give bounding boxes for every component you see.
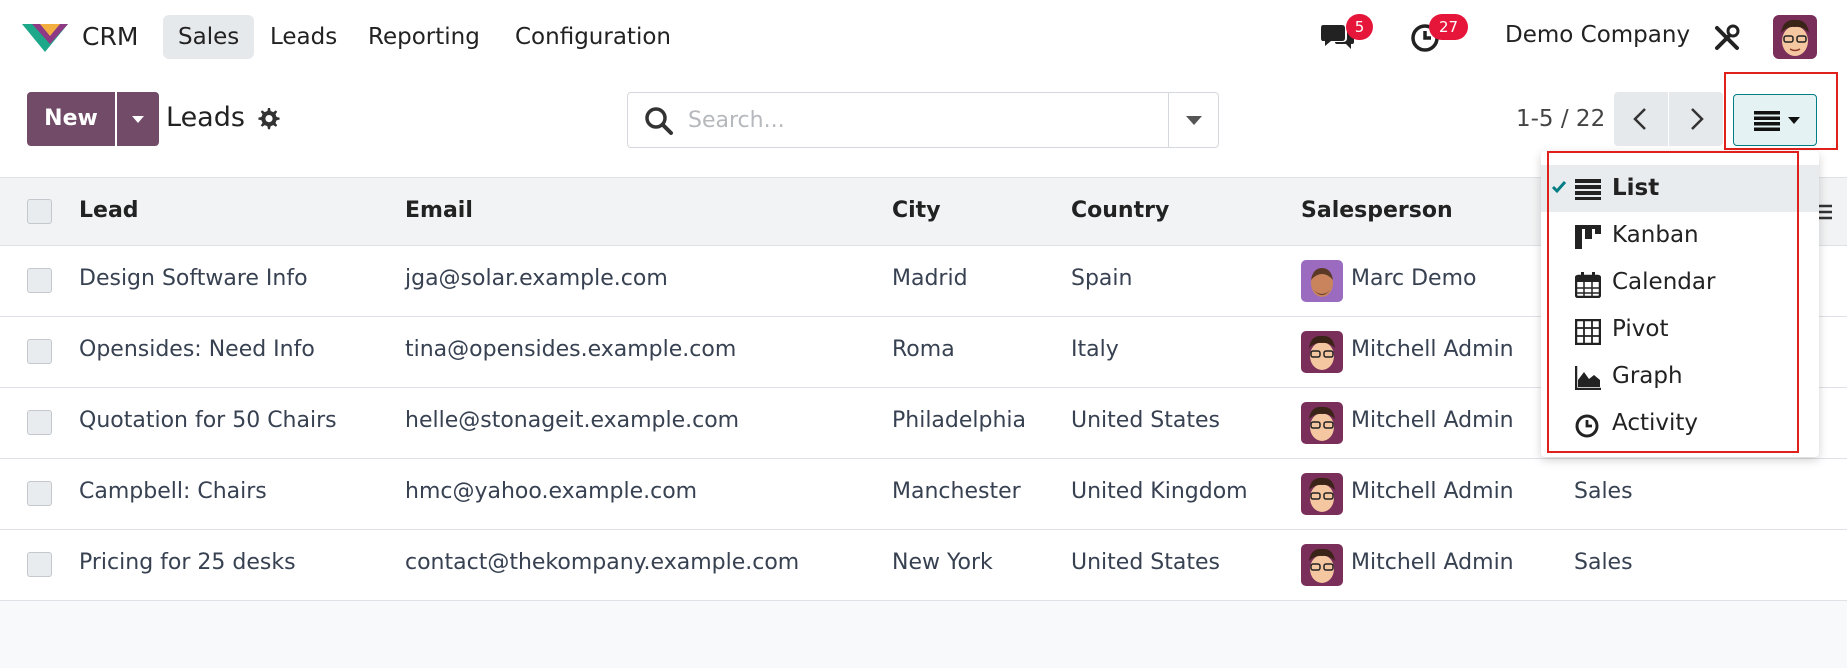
menu-sales[interactable]: Sales [163, 15, 255, 59]
search-bar[interactable] [627, 92, 1219, 148]
cell-city: New York [892, 550, 993, 575]
select-all-checkbox[interactable] [27, 199, 52, 224]
cell-sales-team: Sales [1574, 479, 1633, 504]
messages-badge: 5 [1346, 14, 1373, 40]
row-checkbox[interactable] [27, 552, 52, 577]
cell-country: Italy [1071, 337, 1119, 362]
search-divider [1168, 93, 1169, 147]
cell-lead: Pricing for 25 desks [79, 550, 296, 575]
cell-country: United Kingdom [1071, 479, 1248, 504]
cell-city: Philadelphia [892, 408, 1027, 433]
caret-down-icon [1186, 116, 1202, 125]
cell-country: United States [1071, 408, 1220, 433]
new-dropdown-toggle[interactable] [117, 92, 159, 146]
cell-lead: Quotation for 50 Chairs [79, 408, 337, 433]
row-checkbox[interactable] [27, 339, 52, 364]
pager-previous-button[interactable] [1614, 92, 1668, 146]
cell-email: hmc@yahoo.example.com [405, 479, 698, 504]
top-navbar: CRM Sales Leads Reporting Configuration … [0, 0, 1847, 75]
avatar-mitchell-icon [1301, 402, 1343, 444]
cell-country: United States [1071, 550, 1220, 575]
view-menu-highlight [1547, 151, 1799, 453]
crm-logo-icon[interactable] [20, 20, 70, 54]
salesperson-avatar [1301, 331, 1343, 373]
gear-icon[interactable] [256, 107, 280, 131]
cell-salesperson: Mitchell Admin [1351, 408, 1514, 433]
menu-leads[interactable]: Leads [255, 15, 352, 59]
cell-sales-team: Sales [1574, 550, 1633, 575]
column-header-country[interactable]: Country [1071, 198, 1169, 223]
menu-configuration[interactable]: Configuration [500, 15, 686, 59]
salesperson-avatar [1301, 260, 1343, 302]
pager-value[interactable]: 1-5 / 22 [1516, 106, 1605, 132]
table-row[interactable]: Campbell: Chairs hmc@yahoo.example.com M… [0, 459, 1847, 530]
column-header-city[interactable]: City [892, 198, 941, 223]
cell-city: Manchester [892, 479, 1021, 504]
row-checkbox[interactable] [27, 481, 52, 506]
avatar-mitchell-icon [1301, 473, 1343, 515]
app-name[interactable]: CRM [82, 22, 138, 51]
caret-down-icon [132, 116, 144, 123]
view-switcher-highlight [1724, 72, 1838, 150]
cell-email: contact@thekompany.example.com [405, 550, 800, 575]
search-input[interactable] [688, 103, 1148, 137]
table-row[interactable]: Pricing for 25 desks contact@thekompany.… [0, 530, 1847, 601]
debug-tools-icon[interactable] [1713, 24, 1741, 52]
row-checkbox[interactable] [27, 410, 52, 435]
chevron-right-icon [1691, 108, 1704, 130]
optional-columns-icon[interactable] [1816, 200, 1836, 224]
row-checkbox[interactable] [27, 268, 52, 293]
cell-salesperson: Mitchell Admin [1351, 337, 1514, 362]
cell-salesperson: Marc Demo [1351, 266, 1477, 291]
salesperson-avatar [1301, 544, 1343, 586]
avatar-mitchell-icon [1301, 544, 1343, 586]
cell-email: tina@opensides.example.com [405, 337, 737, 362]
new-button[interactable]: New [27, 92, 115, 146]
pager-next-button[interactable] [1669, 92, 1723, 146]
cell-lead: Campbell: Chairs [79, 479, 267, 504]
cell-city: Roma [892, 337, 955, 362]
salesperson-avatar [1301, 402, 1343, 444]
avatar-marc-icon [1301, 260, 1343, 302]
cell-salesperson: Mitchell Admin [1351, 479, 1514, 504]
user-avatar[interactable] [1773, 15, 1817, 59]
cell-email: helle@stonageit.example.com [405, 408, 740, 433]
cell-lead: Design Software Info [79, 266, 308, 291]
cell-country: Spain [1071, 266, 1133, 291]
user-avatar-icon [1773, 15, 1817, 59]
cell-city: Madrid [892, 266, 968, 291]
chevron-left-icon [1633, 108, 1646, 130]
cell-salesperson: Mitchell Admin [1351, 550, 1514, 575]
page-title: Leads [166, 102, 245, 133]
cell-email: jga@solar.example.com [405, 266, 668, 291]
column-header-salesperson[interactable]: Salesperson [1301, 198, 1453, 223]
menu-reporting[interactable]: Reporting [353, 15, 495, 59]
column-header-email[interactable]: Email [405, 198, 473, 223]
search-icon [645, 107, 673, 135]
activities-badge: 27 [1429, 14, 1468, 40]
cell-lead: Opensides: Need Info [79, 337, 315, 362]
salesperson-avatar [1301, 473, 1343, 515]
column-header-lead[interactable]: Lead [79, 198, 139, 223]
avatar-mitchell-icon [1301, 331, 1343, 373]
company-switcher[interactable]: Demo Company [1505, 22, 1690, 48]
